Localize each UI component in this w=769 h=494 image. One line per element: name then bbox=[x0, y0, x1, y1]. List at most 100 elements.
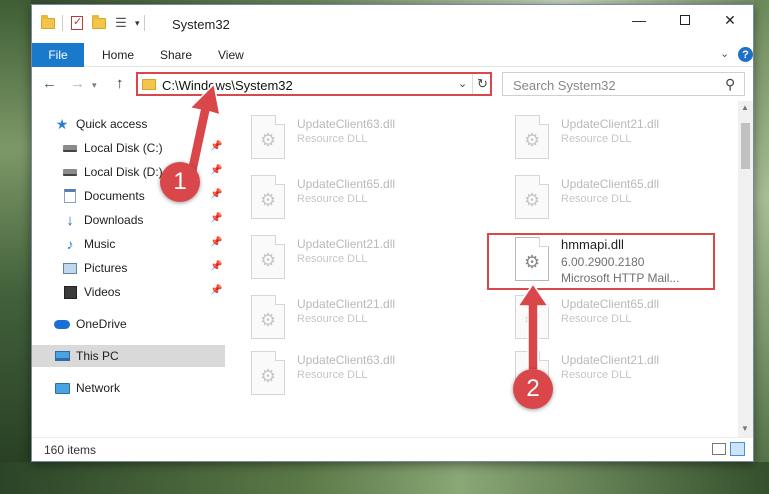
customize-toolbar-icon[interactable]: ▾ bbox=[135, 18, 140, 29]
file-name: UpdateClient21.dll bbox=[297, 237, 396, 251]
desktop-background-right bbox=[754, 0, 769, 494]
file-type: Resource DLL bbox=[297, 313, 368, 325]
properties-icon[interactable] bbox=[69, 15, 85, 31]
sidebar-item-label: This PC bbox=[76, 349, 119, 363]
close-button[interactable]: ✕ bbox=[707, 5, 753, 35]
list-item[interactable]: ⚙ UpdateClient65.dll Resource DLL bbox=[489, 169, 719, 225]
dll-file-icon: ⚙ bbox=[251, 175, 285, 219]
new-folder-icon[interactable] bbox=[91, 14, 107, 31]
sidebar-item-local-disk-c[interactable]: Local Disk (C:) bbox=[62, 137, 222, 159]
sidebar-item-downloads[interactable]: ↓ Downloads bbox=[62, 209, 143, 231]
pin-icon[interactable]: 📌 bbox=[210, 165, 222, 176]
back-arrow-icon[interactable]: ← bbox=[42, 75, 57, 92]
network-icon bbox=[54, 380, 70, 396]
pin-icon[interactable]: 📌 bbox=[210, 285, 222, 296]
address-bar[interactable]: C:\Windows\System32 ⌄ ↻ bbox=[136, 72, 492, 96]
download-icon: ↓ bbox=[66, 211, 74, 229]
sidebar-item-onedrive[interactable]: OneDrive bbox=[54, 313, 127, 335]
sidebar-item-videos[interactable]: Videos bbox=[62, 281, 120, 303]
file-type: Resource DLL bbox=[297, 369, 368, 381]
pin-icon[interactable]: 📌 bbox=[210, 141, 222, 152]
pin-icon[interactable]: 📌 bbox=[210, 213, 222, 224]
file-type: Resource DLL bbox=[561, 369, 632, 381]
sidebar-item-documents[interactable]: Documents bbox=[62, 185, 145, 207]
pin-icon[interactable]: 📌 bbox=[210, 189, 222, 200]
dll-file-icon: ⚙ bbox=[515, 115, 549, 159]
file-name: UpdateClient21.dll bbox=[561, 353, 660, 367]
sidebar-item-label: Videos bbox=[84, 285, 121, 299]
sidebar-item-quick-access[interactable]: ★ Quick access bbox=[54, 113, 148, 135]
tab-home[interactable]: Home bbox=[102, 43, 134, 67]
desktop-background-bottom bbox=[0, 462, 769, 494]
refresh-icon[interactable]: ↻ bbox=[472, 74, 492, 94]
list-item[interactable]: ⚙ UpdateClient63.dll Resource DLL bbox=[225, 109, 455, 165]
maximize-button[interactable] bbox=[662, 5, 708, 35]
file-type: Resource DLL bbox=[561, 133, 632, 145]
sidebar-item-network[interactable]: Network bbox=[54, 377, 120, 399]
sidebar-item-label: Quick access bbox=[76, 117, 148, 131]
dll-file-icon: ⚙ bbox=[251, 115, 285, 159]
help-icon[interactable]: ? bbox=[738, 47, 753, 62]
search-icon[interactable]: ⚲ bbox=[725, 76, 735, 93]
file-name: UpdateClient65.dll bbox=[297, 177, 396, 191]
list-item[interactable]: ⚙ UpdateClient65.dll Resource DLL bbox=[225, 169, 455, 225]
list-item[interactable]: ⚙ UpdateClient21.dll Resource DLL bbox=[489, 109, 719, 165]
scroll-up-icon[interactable]: ▲ bbox=[741, 103, 749, 112]
sidebar-item-pictures[interactable]: Pictures bbox=[62, 257, 127, 279]
quick-access-toolbar: ☰ ▾ bbox=[40, 14, 151, 31]
desktop-background-left bbox=[0, 0, 31, 494]
list-item[interactable]: ⚙ UpdateClient65.dll Resource DLL bbox=[489, 289, 719, 345]
ribbon: File Home Share View ⌄ ? bbox=[32, 43, 753, 67]
address-path[interactable]: C:\Windows\System32 bbox=[162, 78, 293, 93]
sidebar-item-label: Local Disk (C:) bbox=[84, 141, 163, 155]
toolbar-divider bbox=[62, 15, 63, 31]
recent-locations-icon[interactable]: ▾ bbox=[92, 80, 97, 91]
navigation-pane: ★ Quick access Local Disk (C:) 📌 Local D… bbox=[32, 101, 225, 437]
tab-file[interactable]: File bbox=[32, 43, 84, 67]
minimize-button[interactable]: — bbox=[616, 5, 662, 35]
sidebar-item-this-pc[interactable]: This PC bbox=[32, 345, 225, 367]
search-placeholder: Search System32 bbox=[513, 78, 616, 93]
sidebar-item-label: Network bbox=[76, 381, 121, 395]
navigation-bar: ← → ▾ ↑ C:\Windows\System32 ⌄ ↻ Search S… bbox=[32, 67, 753, 101]
rename-icon[interactable]: ☰ bbox=[113, 15, 129, 31]
chevron-down-icon[interactable]: ⌄ bbox=[458, 77, 467, 90]
file-type: Resource DLL bbox=[561, 313, 632, 325]
sidebar-item-local-disk-d[interactable]: Local Disk (D:) bbox=[62, 161, 163, 183]
documents-icon bbox=[62, 188, 78, 204]
list-item[interactable]: ⚙ UpdateClient21.dll Resource DLL bbox=[225, 289, 455, 345]
file-type: Resource DLL bbox=[297, 193, 368, 205]
pin-icon[interactable]: 📌 bbox=[210, 261, 222, 272]
cloud-icon bbox=[54, 316, 70, 332]
large-icons-view-icon[interactable] bbox=[730, 442, 745, 456]
computer-icon bbox=[54, 348, 70, 364]
details-view-icon[interactable] bbox=[712, 443, 726, 455]
chevron-down-icon[interactable]: ⌄ bbox=[720, 47, 729, 60]
step-badge-1: 1 bbox=[160, 162, 200, 202]
item-count: 160 items bbox=[44, 443, 97, 457]
list-item[interactable]: ⚙ UpdateClient63.dll Resource DLL bbox=[225, 345, 455, 401]
scroll-thumb[interactable] bbox=[741, 123, 750, 169]
videos-icon bbox=[62, 284, 78, 300]
file-type: Resource DLL bbox=[297, 253, 368, 265]
search-input[interactable]: Search System32 ⚲ bbox=[502, 72, 745, 96]
highlight-box bbox=[487, 233, 715, 290]
file-type: Resource DLL bbox=[561, 193, 632, 205]
status-bar: 160 items bbox=[32, 437, 753, 461]
file-name: UpdateClient65.dll bbox=[561, 297, 660, 311]
folder-icon bbox=[142, 79, 156, 90]
music-icon: ♪ bbox=[66, 236, 74, 252]
vertical-scrollbar[interactable]: ▲ ▼ bbox=[738, 101, 753, 437]
file-name: UpdateClient63.dll bbox=[297, 117, 396, 131]
drive-icon bbox=[62, 140, 78, 156]
up-arrow-icon[interactable]: ↑ bbox=[116, 75, 124, 92]
forward-arrow-icon[interactable]: → bbox=[70, 75, 85, 92]
dll-file-icon: ⚙ bbox=[251, 351, 285, 395]
sidebar-item-music[interactable]: ♪ Music bbox=[62, 233, 116, 255]
tab-view[interactable]: View bbox=[218, 43, 244, 67]
pin-icon[interactable]: 📌 bbox=[210, 237, 222, 248]
list-item[interactable]: ⚙ UpdateClient21.dll Resource DLL bbox=[225, 229, 455, 285]
tab-share[interactable]: Share bbox=[160, 43, 192, 67]
scroll-down-icon[interactable]: ▼ bbox=[741, 424, 749, 433]
folder-icon[interactable] bbox=[40, 14, 56, 31]
